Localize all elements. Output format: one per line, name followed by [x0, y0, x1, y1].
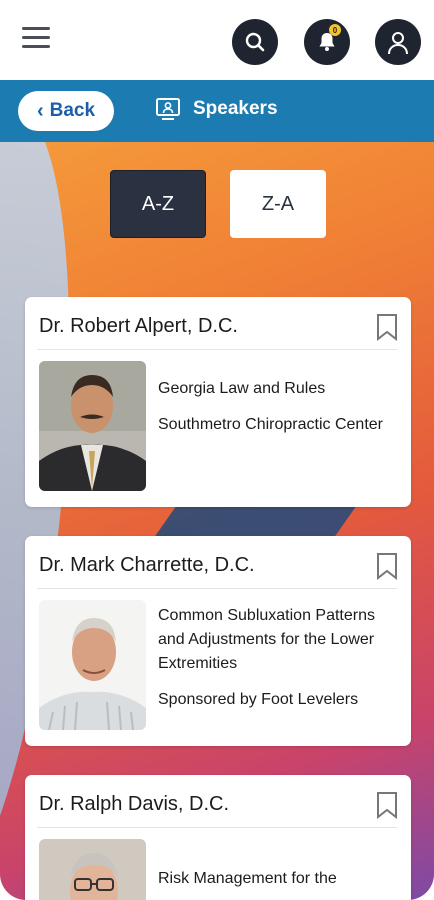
- top-bar: 0: [0, 0, 434, 80]
- bookmark-icon[interactable]: [376, 552, 398, 580]
- speaker-info: Georgia Law and Rules Southmetro Chiropr…: [158, 377, 398, 449]
- speaker-detail: Southmetro Chiropractic Center: [158, 416, 383, 433]
- speaker-photo: [39, 839, 146, 900]
- bookmark-icon[interactable]: [376, 791, 398, 819]
- search-button[interactable]: [232, 19, 278, 65]
- speaker-info: Common Subluxation Patterns and Adjustme…: [158, 604, 398, 724]
- speaker-session: Risk Management for the: [158, 870, 337, 887]
- notifications-button[interactable]: 0: [304, 19, 350, 65]
- speaker-name: Dr. Ralph Davis, D.C.: [39, 793, 230, 815]
- sort-za-button[interactable]: Z-A: [230, 170, 326, 238]
- speaker-photo: [39, 361, 146, 491]
- speaker-photo: [39, 600, 146, 730]
- sort-az-button[interactable]: A-Z: [110, 170, 206, 238]
- speaker-name: Dr. Robert Alpert, D.C.: [39, 315, 238, 337]
- presenter-icon: [156, 98, 180, 120]
- search-icon: [245, 32, 265, 52]
- speaker-session: Georgia Law and Rules: [158, 380, 326, 397]
- notification-badge: 0: [329, 24, 341, 36]
- app-screen: 0 ‹ Back Speakers A-Z Z-A Dr. Robert Alp…: [0, 0, 434, 900]
- page-header: ‹ Back Speakers: [0, 80, 434, 142]
- page-title: Speakers: [193, 98, 278, 119]
- back-button-label: Back: [49, 100, 96, 121]
- user-icon: [388, 32, 408, 55]
- speaker-card[interactable]: Dr. Robert Alpert, D.C. Georgia Law and …: [25, 297, 411, 507]
- speaker-name: Dr. Mark Charrette, D.C.: [39, 554, 255, 576]
- speaker-session: Common Subluxation Patterns and Adjustme…: [158, 607, 375, 672]
- header-title-group: Speakers: [155, 97, 278, 121]
- speaker-detail: Sponsored by Foot Levelers: [158, 691, 359, 708]
- card-divider: [37, 349, 397, 350]
- speaker-card[interactable]: Dr. Ralph Davis, D.C. Risk Management fo…: [25, 775, 411, 900]
- bookmark-icon[interactable]: [376, 313, 398, 341]
- back-button[interactable]: ‹ Back: [18, 91, 114, 131]
- hamburger-menu-icon[interactable]: [22, 27, 50, 51]
- card-divider: [37, 588, 397, 589]
- card-divider: [37, 827, 397, 828]
- speaker-card[interactable]: Dr. Mark Charrette, D.C. Common Subluxat…: [25, 536, 411, 746]
- chevron-left-icon: ‹: [36, 100, 44, 122]
- profile-button[interactable]: [375, 19, 421, 65]
- speaker-info: Risk Management for the: [158, 867, 398, 900]
